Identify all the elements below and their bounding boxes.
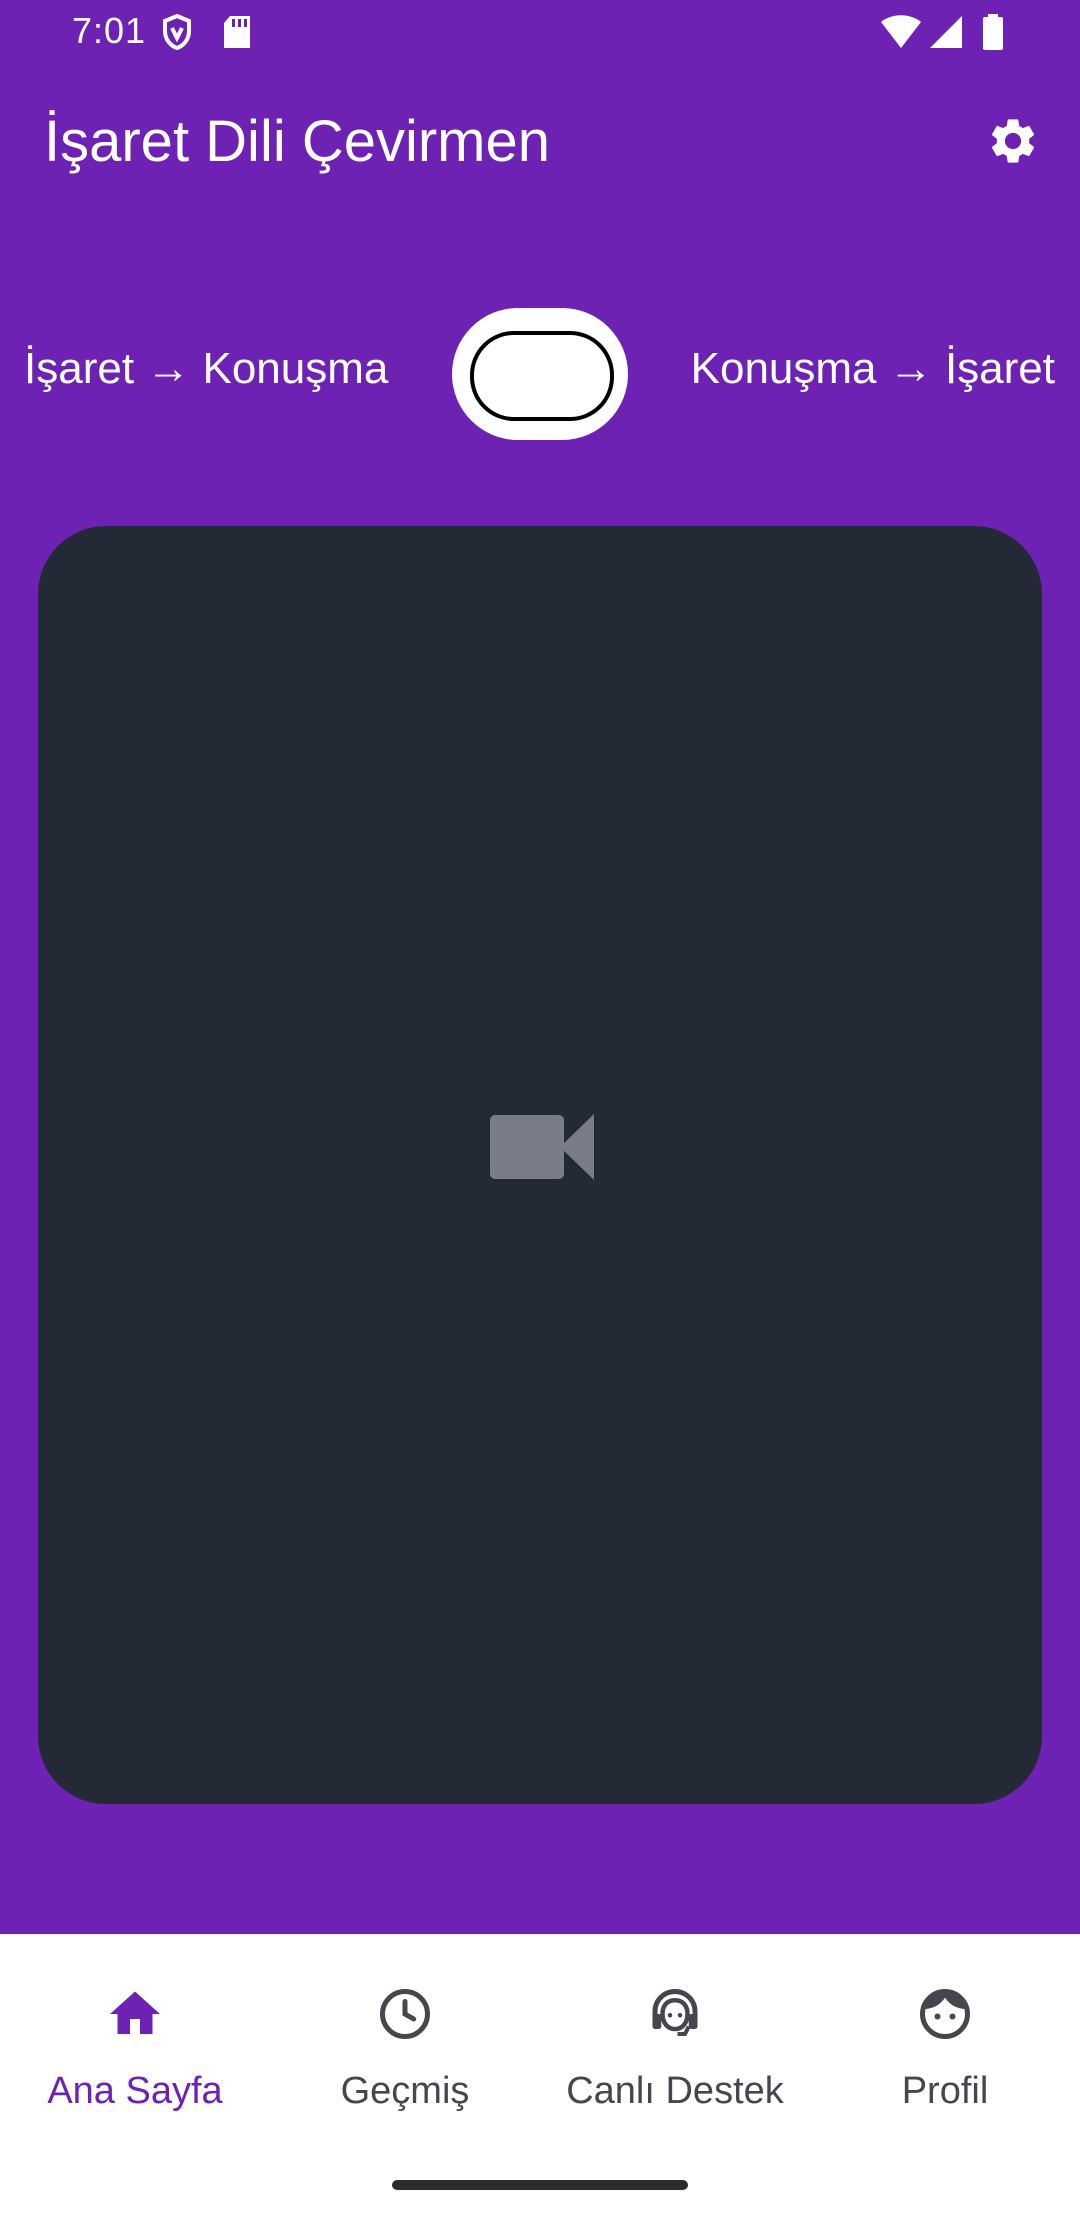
nav-label-home: Ana Sayfa	[47, 2070, 223, 2112]
nav-label-live-support: Canlı Destek	[566, 2070, 784, 2112]
settings-button[interactable]	[980, 108, 1046, 174]
status-bar: 7:01	[0, 0, 1080, 64]
app-bar: İşaret Dili Çevirmen	[0, 64, 1080, 224]
nav-label-history: Geçmiş	[340, 2070, 470, 2112]
wifi-icon	[881, 15, 921, 48]
clock-icon	[380, 1989, 430, 2039]
headset-agent-icon	[652, 1988, 698, 2036]
mode-toggle-row: İşaret → Konuşma Konuşma → İşaret	[0, 300, 1080, 440]
nav-item-home[interactable]: Ana Sayfa	[0, 1984, 270, 2134]
video-camera-icon	[490, 1114, 594, 1180]
nav-label-profile: Profil	[901, 2070, 989, 2112]
nav-item-history[interactable]: Geçmiş	[270, 1984, 540, 2134]
gesture-navigation-bar[interactable]	[392, 2180, 688, 2190]
bottom-navigation: Ana Sayfa Geçmiş Canlı Destek Profil	[0, 1934, 1080, 2220]
mode-label-speech-to-sign: Konuşma → İşaret	[690, 344, 1055, 393]
mode-label-sign-to-speech: İşaret → Konuşma	[24, 344, 389, 393]
nav-item-profile[interactable]: Profil	[810, 1984, 1080, 2134]
battery-icon	[983, 14, 1003, 50]
face-icon	[920, 1989, 970, 2039]
sd-card-icon	[224, 16, 250, 48]
toggle-thumb	[470, 331, 614, 421]
camera-preview[interactable]	[38, 526, 1042, 1804]
gear-icon	[991, 119, 1035, 163]
nav-item-live-support[interactable]: Canlı Destek	[540, 1984, 810, 2134]
mode-toggle-switch[interactable]	[452, 308, 628, 440]
page-title: İşaret Dili Çevirmen	[44, 109, 550, 174]
status-time: 7:01	[72, 10, 147, 51]
shield-icon	[163, 14, 191, 50]
home-icon	[110, 1991, 160, 2034]
cellular-signal-icon	[930, 16, 962, 48]
